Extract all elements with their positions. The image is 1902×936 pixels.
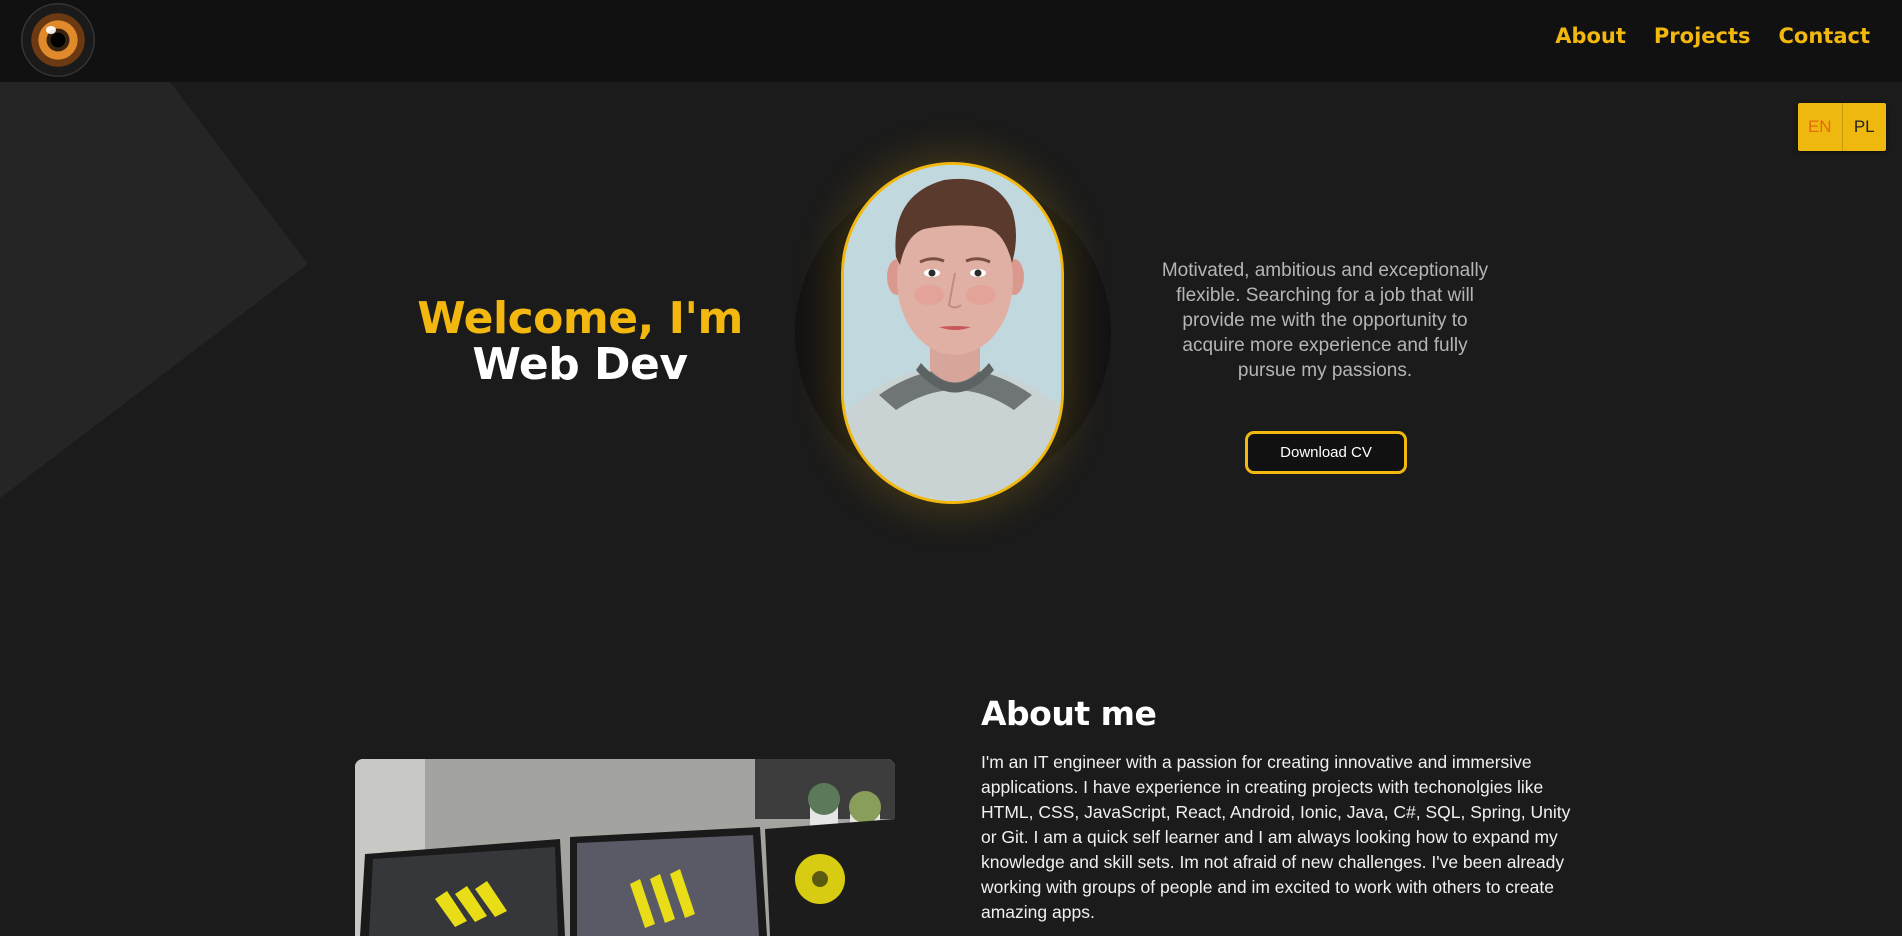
- hero-line-1: Welcome, I'm: [417, 293, 743, 344]
- language-switch: EN PL: [1798, 103, 1886, 151]
- hero-heading: Welcome, I'm Web Dev: [380, 296, 780, 388]
- background-decoration: [0, 82, 308, 498]
- hero-intro-text: Motivated, ambitious and exceptionally f…: [1161, 260, 1489, 381]
- profile-photo-illustration: [844, 165, 1061, 501]
- logo-highlight: [46, 26, 56, 34]
- logo[interactable]: [22, 4, 94, 76]
- top-navbar: About Projects Contact: [0, 0, 1902, 82]
- main-nav: About Projects Contact: [1555, 24, 1870, 48]
- nav-projects[interactable]: Projects: [1654, 24, 1751, 48]
- profile-photo: [841, 162, 1064, 504]
- about-text: I'm an IT engineer with a passion for cr…: [981, 752, 1571, 922]
- about-title: About me: [981, 694, 1157, 733]
- workspace-photo: [355, 759, 895, 936]
- lang-pl-button[interactable]: PL: [1843, 103, 1887, 151]
- workspace-photo-illustration: [355, 759, 895, 936]
- nav-about[interactable]: About: [1555, 24, 1626, 48]
- hero-line-2: Web Dev: [472, 339, 688, 390]
- download-cv-button[interactable]: Download CV: [1245, 431, 1407, 474]
- lang-en-button[interactable]: EN: [1798, 103, 1843, 151]
- nav-contact[interactable]: Contact: [1779, 24, 1871, 48]
